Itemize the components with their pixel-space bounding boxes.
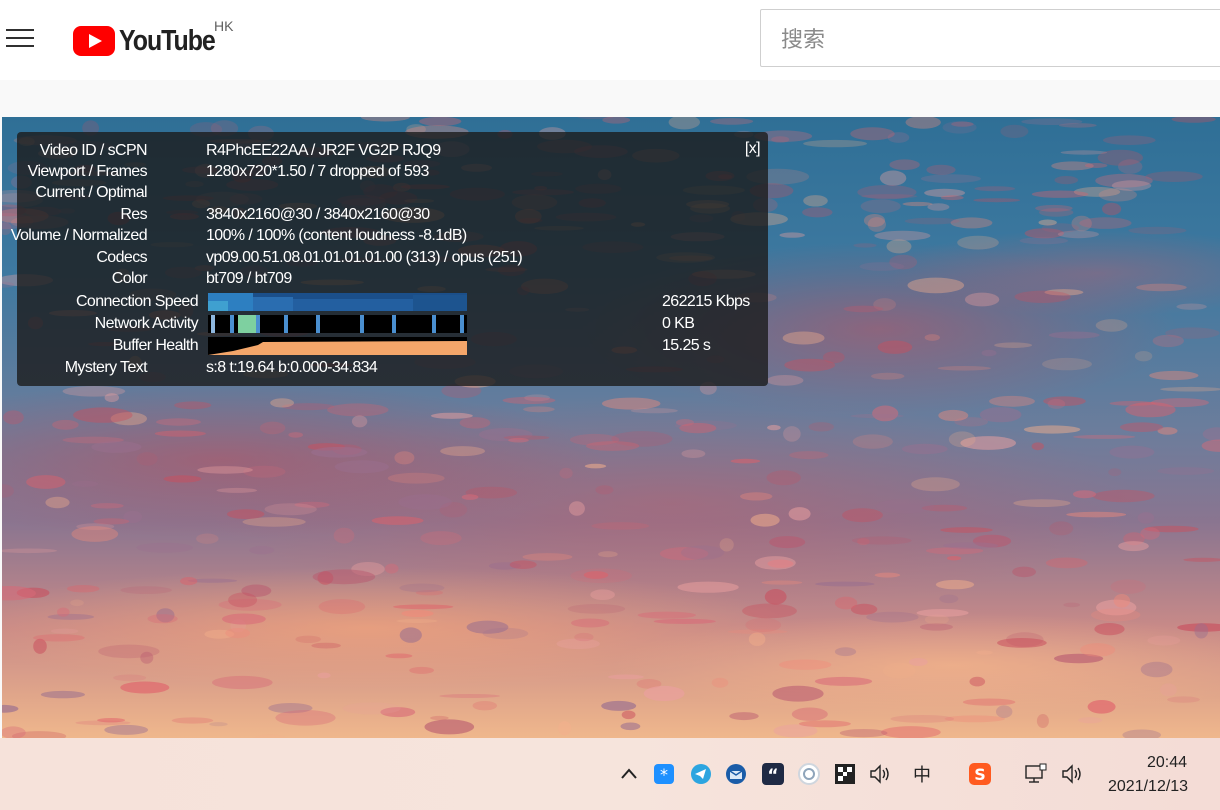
stat-row-color: Color bt709 / bt709 [17,268,717,290]
stat-row-volume: Volume / Normalized 100% / 100% (content… [11,225,717,247]
masthead: YouTube HK [0,0,1220,80]
thunderbird-icon[interactable] [724,762,748,786]
activity-blip [230,315,234,333]
youtube-play-icon [73,26,115,56]
activity-blip [392,315,396,333]
stat-row-connection-speed: Connection Speed 262215 Kbps [17,291,768,313]
quote-app-icon[interactable]: “ [761,762,785,786]
activity-blip [256,315,260,333]
region-label: HK [214,18,234,34]
logo-text: YouTube [119,24,216,57]
stat-row-video-id: Video ID / sCPN R4PhcEE22AA / JR2F VG2P … [17,140,717,162]
graph-segment [293,299,413,311]
youtube-logo[interactable]: YouTube [73,24,230,58]
volume-icon[interactable] [868,762,892,786]
buffer-health-graph [208,337,467,355]
svg-text:*: * [660,765,668,784]
sync-app-icon[interactable] [797,762,821,786]
stat-label: Connection Speed [75,293,199,310]
stat-row-buffer-health: Buffer Health 15.25 s [17,335,768,357]
activity-blip [284,315,288,333]
volume-icon-2[interactable] [1060,762,1084,786]
stats-close-button[interactable]: [x] [745,140,761,158]
stat-value: bt709 / bt709 [206,270,292,287]
stat-value: 100% / 100% (content loudness -8.1dB) [206,227,467,244]
stat-value: vp09.00.51.08.01.01.01.01.00 (313) / opu… [206,249,523,266]
activity-blip [238,315,258,333]
activity-blip [211,315,215,333]
sogou-icon[interactable]: S [968,762,992,786]
stats-for-nerds-panel: [x] Video ID / sCPN R4PhcEE22AA / JR2F V… [11,132,768,386]
stat-row-network-activity: Network Activity 0 KB [17,313,768,335]
stat-value: 3840x2160@30 / 3840x2160@30 [206,206,430,223]
stat-value: 0 KB [662,315,695,332]
stat-value: 15.25 s [662,337,711,354]
stat-value: 1280x720*1.50 / 7 dropped of 593 [206,163,429,180]
ime-icon[interactable]: 中 [910,762,934,786]
stat-label: Volume / Normalized [10,227,148,244]
stat-row-viewport: Viewport / Frames 1280x720*1.50 / 7 drop… [17,161,717,183]
svg-text:S: S [974,765,986,784]
stat-label: Codecs [96,249,147,266]
stat-label: Res [120,206,147,223]
search-box[interactable] [760,9,1220,67]
stat-row-current-optimal: Current / Optimal [17,182,717,204]
graph-segment [253,297,293,311]
activity-blip [316,315,320,333]
search-input[interactable] [779,24,1203,56]
stat-value: R4PhcEE22AA / JR2F VG2P RJQ9 [206,142,441,159]
graph-segment [208,301,228,311]
stat-label: Viewport / Frames [27,163,148,180]
stat-label: Buffer Health [112,337,199,354]
stat-value: 262215 Kbps [662,293,750,310]
activity-blip [460,315,464,333]
clock-time[interactable]: 20:44 [1147,754,1187,772]
menu-icon[interactable] [6,27,34,49]
activity-blip [360,315,364,333]
stat-value: s:8 t:19.64 b:0.000-34.834 [206,359,378,376]
graph-segment [413,295,467,311]
star-app-icon[interactable]: * [652,762,676,786]
svg-text:“: “ [767,766,778,786]
stat-row-res: Res 3840x2160@30 / 3840x2160@30 [17,204,717,226]
chevron-up-icon[interactable] [617,762,641,786]
stat-label: Network Activity [94,315,199,332]
network-activity-graph [208,315,467,333]
stat-row-codecs: Codecs vp09.00.51.08.01.01.01.01.00 (313… [17,247,717,269]
connection-speed-graph [208,293,467,311]
network-icon[interactable] [1024,762,1048,786]
stat-label: Video ID / sCPN [39,142,148,159]
clock-date[interactable]: 2021/12/13 [1108,778,1188,796]
taskbar: * “ 中 S 20:44 2021/12/13 [0,738,1220,810]
telegram-icon[interactable] [689,762,713,786]
activity-blip [432,315,436,333]
stat-label: Mystery Text [64,359,148,376]
qr-app-icon[interactable] [833,762,857,786]
stat-label: Color [111,270,148,287]
stat-label: Current / Optimal [35,184,147,201]
stat-row-mystery-text: Mystery Text s:8 t:19.64 b:0.000-34.834 [17,357,717,379]
